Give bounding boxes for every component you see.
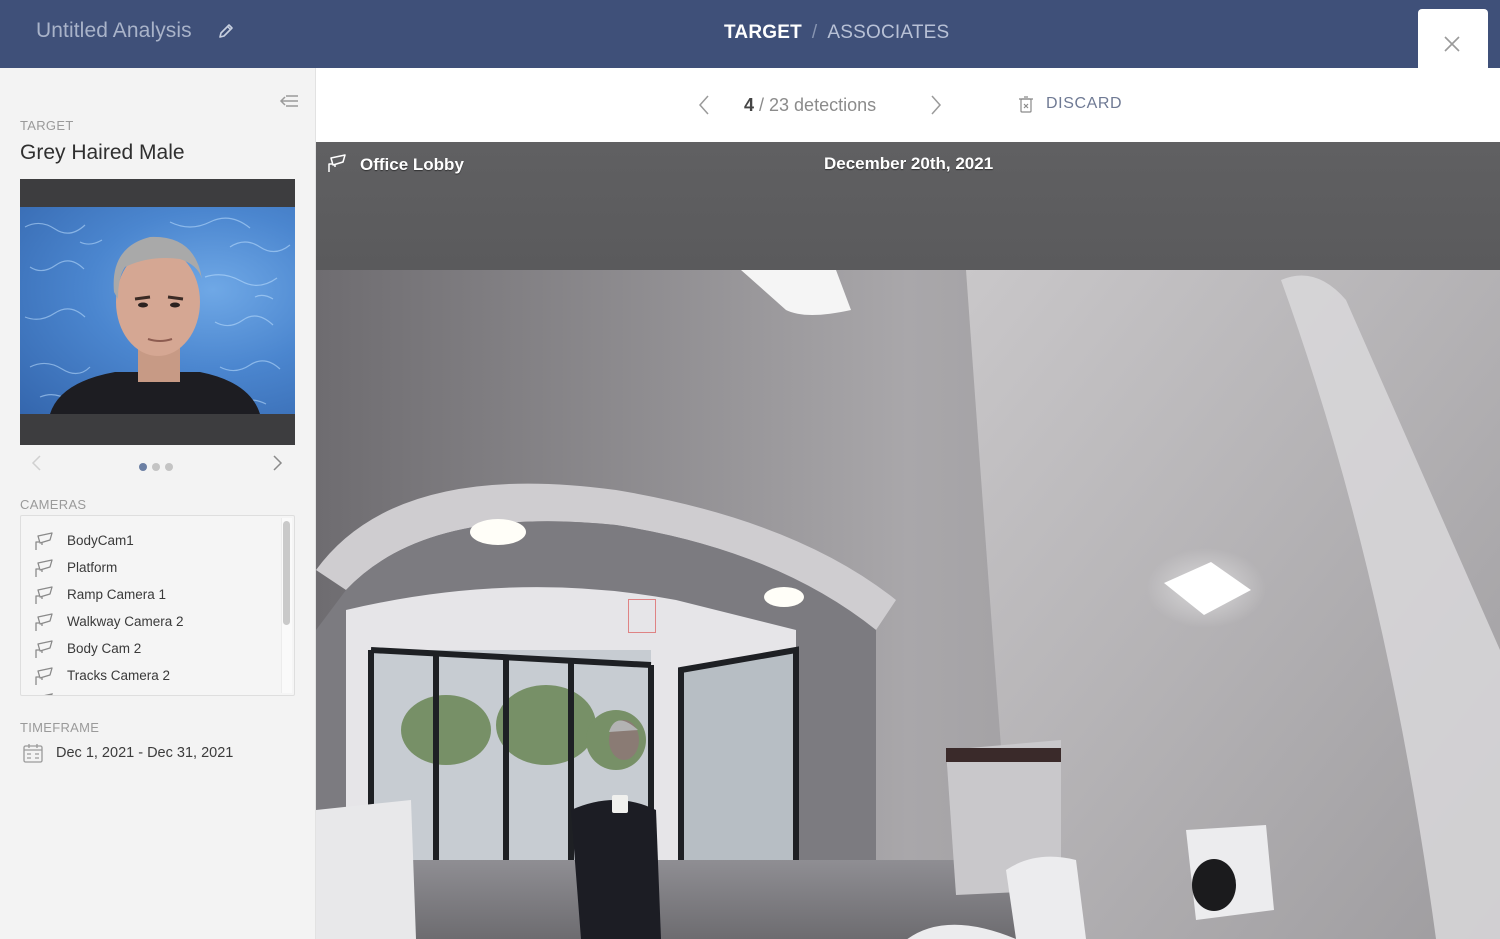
camera-list-item[interactable]: Body Cam 2 [33,635,141,662]
floor [316,860,1016,939]
trash-icon [1019,96,1033,113]
calendar-icon [23,744,43,763]
carousel-dot-1[interactable] [139,463,147,471]
target-photo-frame [20,179,295,445]
camera-list-item[interactable]: Tracks Camera 2 [33,662,170,689]
video-viewer[interactable]: Office Lobby December 20th, 2021 [316,142,1500,939]
camera-icon [35,585,53,604]
detection-toolbar: 4 / 23 detections DISCARD [316,68,1500,142]
camera-icon [35,531,53,550]
camera-list: BodyCam1 Platform Ramp Camera 1 Walkway … [20,515,295,696]
camera-icon [35,612,53,631]
target-name: Grey Haired Male [20,141,185,164]
next-detection-button[interactable] [928,94,944,116]
carousel-next-button[interactable] [270,454,284,472]
camera-list-item-partial[interactable] [33,688,67,695]
side-window [678,646,799,894]
carousel-dot-3[interactable] [165,463,173,471]
detection-counter: 4 / 23 detections [744,95,876,116]
camera-list-item[interactable]: Walkway Camera 2 [33,608,184,635]
analysis-title[interactable]: Untitled Analysis [36,19,192,43]
breadcrumb-separator: / [811,22,818,43]
camera-icon [35,558,53,577]
detection-bounding-box[interactable] [628,599,656,633]
discard-label: DISCARD [1046,95,1123,112]
camera-list-item[interactable]: BodyCam1 [33,527,134,554]
camera-list-item[interactable]: Platform [33,554,117,581]
detection-total: / 23 detections [754,95,877,115]
timeframe-section-label: TIMEFRAME [20,720,100,735]
camera-list-item[interactable]: Ramp Camera 1 [33,581,166,608]
close-button[interactable] [1418,9,1488,69]
viewer-date: December 20th, 2021 [824,154,994,173]
breadcrumb-target[interactable]: TARGET [724,22,802,43]
viewer-camera-name: Office Lobby [360,155,464,174]
water-pattern-background [24,217,291,414]
sidebar: TARGET Grey Haired Male CAMERAS BodyCam1… [0,68,316,939]
current-detection-index: 4 [744,95,755,115]
cameras-section-label: CAMERAS [20,497,87,512]
camera-icon [35,666,53,685]
camera-list-scrollbar[interactable] [283,521,290,625]
target-section-label: TARGET [20,118,74,133]
previous-detection-button[interactable] [696,94,712,116]
viewer-info-bar: Office Lobby December 20th, 2021 [316,142,1500,270]
bag [1192,859,1236,911]
target-photo[interactable] [20,207,295,414]
ceiling-light-1 [470,519,526,545]
breadcrumb: TARGET / ASSOCIATES [724,22,949,44]
reception-desk [316,800,416,939]
ceiling-light-2 [764,587,804,607]
breadcrumb-associates[interactable]: ASSOCIATES [827,22,949,43]
camera-frame [316,270,1500,939]
carousel-indicator [139,463,173,471]
collapse-sidebar-icon[interactable] [278,93,300,109]
camera-icon [328,154,346,172]
camera-icon [35,639,53,658]
carousel-prev-button[interactable] [30,454,44,472]
timeframe-picker[interactable]: Dec 1, 2021 - Dec 31, 2021 [22,742,233,764]
discard-button[interactable]: DISCARD [1018,95,1122,113]
timeframe-value: Dec 1, 2021 - Dec 31, 2021 [56,745,234,761]
pencil-icon[interactable] [216,21,236,41]
carousel-dot-2[interactable] [152,463,160,471]
app-header: Untitled Analysis TARGET / ASSOCIATES [0,0,1500,69]
blind [946,748,1061,762]
camera-icon [41,692,53,695]
close-icon [1444,36,1460,52]
